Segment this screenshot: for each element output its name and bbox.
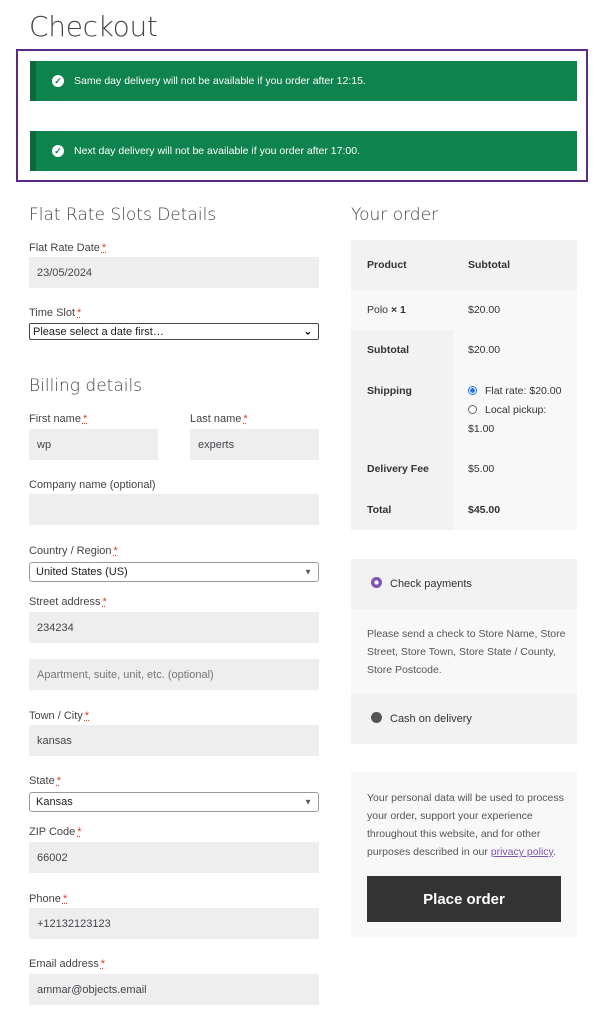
country-value: United States (US) (36, 566, 128, 578)
check-description: Please send a check to Store Name, Store… (367, 628, 566, 676)
order-title: Your order (351, 205, 439, 225)
radio-checked-icon (468, 386, 477, 395)
zip-label: ZIP Code * (29, 826, 82, 838)
notice-text: Next day delivery will not be available … (74, 145, 360, 157)
phone-field[interactable]: +12132123123 (29, 908, 319, 939)
company-field[interactable] (29, 494, 319, 525)
radio-selected-icon (371, 577, 382, 588)
time-slot-select[interactable]: Please select a date first… ⌄ (29, 323, 319, 340)
flat-rate-date-input[interactable]: 23/05/2024 (29, 257, 319, 288)
payment-method-check[interactable]: Check payments (351, 559, 577, 609)
flat-rate-date-label: Flat Rate Date * (29, 242, 107, 254)
state-value: Kansas (36, 796, 73, 808)
check-payments-option: Check payments (371, 577, 472, 590)
local-pickup-price: $1.00 (468, 423, 495, 435)
order-totals: Subtotal $20.00 Shipping Flat rate: $20.… (351, 330, 577, 530)
last-name-field[interactable]: experts (190, 429, 319, 460)
first-name-field[interactable]: wp (29, 429, 158, 460)
city-field[interactable]: kansas (29, 725, 319, 756)
state-label: State * (29, 775, 61, 787)
total-label: Total (367, 504, 392, 516)
total-value: $45.00 (468, 504, 501, 516)
time-slot-label: Time Slot * (29, 307, 82, 319)
payment-method-cod[interactable]: Cash on delivery (351, 694, 577, 744)
email-label: Email address * (29, 958, 105, 970)
shipping-label: Shipping (367, 385, 412, 397)
delivery-fee-label: Delivery Fee (367, 463, 429, 475)
city-label: Town / City * (29, 710, 90, 722)
time-slot-value: Please select a date first… (33, 325, 164, 338)
slots-title: Flat Rate Slots Details (29, 205, 217, 225)
notice-next-day: ✓ Next day delivery will not be availabl… (30, 131, 577, 171)
radio-unchecked-icon (468, 405, 477, 414)
radio-unselected-icon (371, 712, 382, 723)
item-price: $20.00 (468, 304, 501, 316)
shipping-option-local-pickup[interactable]: Local pickup: (468, 404, 546, 416)
check-circle-icon: ✓ (52, 145, 64, 157)
delivery-notices: ✓ Same day delivery will not be availabl… (16, 49, 588, 182)
country-select[interactable]: United States (US) ▼ (29, 562, 319, 582)
col-subtotal-header: Subtotal (468, 259, 510, 271)
privacy-notice: Your personal data will be used to proce… (367, 792, 564, 858)
email-field[interactable]: ammar@objects.email (29, 974, 319, 1005)
caret-down-icon: ▼ (304, 797, 312, 807)
order-header-row: Product Subtotal (351, 240, 577, 290)
check-circle-icon: ✓ (52, 75, 64, 87)
apartment-field[interactable]: Apartment, suite, unit, etc. (optional) (29, 659, 319, 690)
page-title: Checkout (29, 10, 158, 43)
subtotal-value: $20.00 (468, 344, 501, 356)
caret-down-icon: ▼ (304, 567, 312, 577)
notice-text: Same day delivery will not be available … (74, 75, 366, 87)
zip-field[interactable]: 66002 (29, 842, 319, 873)
notice-same-day: ✓ Same day delivery will not be availabl… (30, 61, 577, 101)
cod-option: Cash on delivery (371, 712, 472, 725)
company-label: Company name (optional) (29, 479, 156, 491)
country-label: Country / Region * (29, 545, 118, 557)
delivery-fee-value: $5.00 (468, 463, 495, 475)
privacy-policy-link[interactable]: privacy policy (491, 846, 553, 858)
place-order-button[interactable]: Place order (367, 876, 561, 922)
place-order-box: Your personal data will be used to proce… (351, 772, 577, 937)
phone-label: Phone * (29, 893, 68, 905)
first-name-label: First name * (29, 413, 88, 425)
state-select[interactable]: Kansas ▼ (29, 792, 319, 812)
subtotal-label: Subtotal (367, 344, 409, 356)
shipping-option-flat-rate[interactable]: Flat rate: $20.00 (468, 385, 561, 397)
chevron-down-icon: ⌄ (303, 326, 312, 337)
item-name: Polo × 1 (367, 304, 406, 316)
last-name-label: Last name * (190, 413, 248, 425)
col-product-header: Product (367, 259, 407, 271)
street-field[interactable]: 234234 (29, 612, 319, 643)
billing-title: Billing details (29, 376, 143, 396)
check-payment-box: Please send a check to Store Name, Store… (351, 609, 577, 694)
order-item-row: Polo × 1 $20.00 (351, 290, 577, 330)
street-label: Street address * (29, 596, 107, 608)
